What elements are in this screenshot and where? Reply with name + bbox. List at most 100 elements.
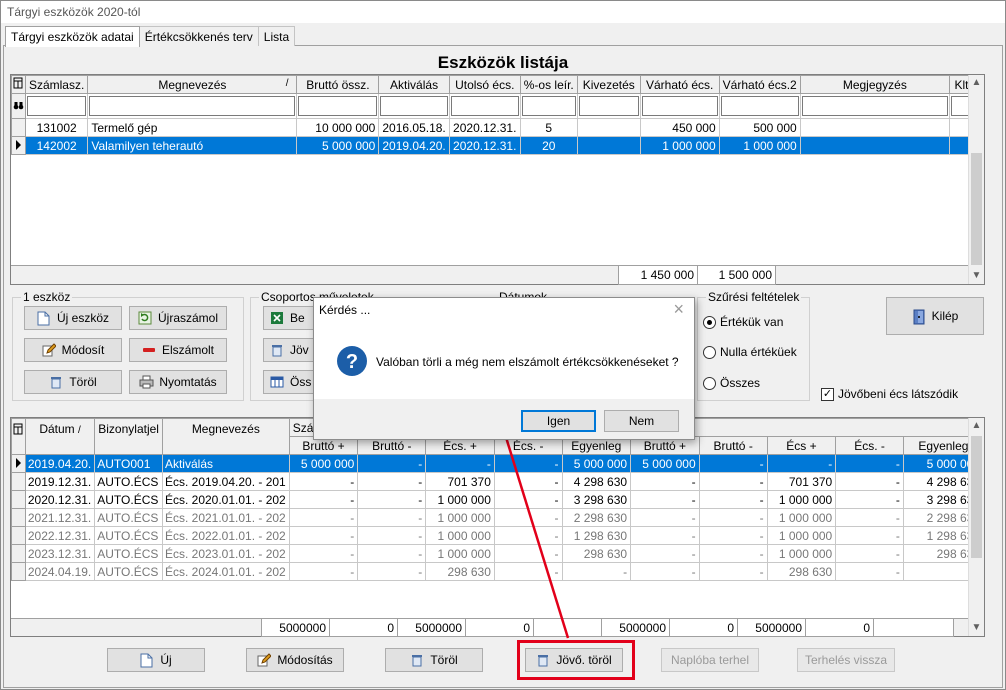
journal-charge-button[interactable]: Naplóba terhel [661,648,759,672]
filter-input-szazalek[interactable] [521,96,576,116]
cell: 5 000 000 [630,454,700,473]
filter-input-utolso-ecs[interactable] [450,96,519,116]
cell: - [698,508,768,527]
tab-strip: Tárgyi eszközök adatai Értékcsökkenés te… [5,26,296,47]
scroll-up-icon[interactable]: ▲ [969,75,984,91]
modify-label: Módosít [61,343,105,357]
recalculate-button[interactable]: Újraszámol [129,306,227,330]
col-varhato[interactable]: Várható écs. [639,75,720,94]
charge-revert-button[interactable]: Terhelés vissza [797,648,895,672]
edit-pencil-icon [42,342,57,358]
col-megjegyzes[interactable]: Megjegyzés [799,75,950,94]
list-title: Eszközök listája [437,53,569,72]
cell: Écs. 2022.01.01. - 202 [161,526,290,545]
cell: - [698,472,768,491]
svg-text:?: ? [346,351,358,373]
col-megnevezes[interactable]: Megnevezés / [87,75,298,94]
filter-input-szamlasz[interactable] [26,96,87,116]
future-depreciation-checkbox[interactable]: ✓ Jövőbeni écs látszódik [821,387,958,401]
yes-button[interactable]: Igen [521,410,596,432]
filter-option-zero[interactable]: Nulla értéküek [703,345,797,359]
scroll-up-icon[interactable]: ▲ [969,418,984,434]
cell: - [698,526,768,545]
delete-entry-label: Töröl [430,653,458,667]
col-utolso-ecs[interactable]: Utolsó écs. [448,75,521,94]
tab-asset-data[interactable]: Tárgyi eszközök adatai [5,26,140,47]
filter-input-megnevezes[interactable] [89,96,296,116]
col-aktivalas[interactable]: Aktiválás [378,75,450,94]
filter-input-brutto[interactable] [298,96,378,116]
print-button[interactable]: Nyomtatás [129,370,227,394]
delete-icon [270,343,284,358]
col-varhato2[interactable]: Várható écs.2 [718,75,801,94]
sort-mark: / [78,425,81,436]
filter-option-label: Nulla értéküek [720,345,797,359]
assets-grid[interactable]: Számlasz. Megnevezés / Bruttó össz. Aktiv… [10,74,985,285]
delete-entry-button[interactable]: Töröl [385,648,483,672]
scroll-down-icon[interactable]: ▼ [969,268,984,284]
scroll-thumb[interactable] [971,436,982,558]
col-sub[interactable]: Bruttó - [698,436,768,455]
settled-button[interactable]: Elszámolt [129,338,227,362]
no-button[interactable]: Nem [604,410,679,432]
delete-asset-button[interactable]: Töröl [24,370,122,394]
filter-cell [24,93,89,119]
new-entry-button[interactable]: Új [107,648,205,672]
cell: 5 [519,118,578,137]
scroll-down-icon[interactable]: ▼ [969,620,984,636]
modify-entry-button[interactable]: Módosítás [246,648,344,672]
exit-button[interactable]: Kilép [886,297,984,335]
tab-depreciation-plan[interactable]: Értékcsökkenés terv [138,26,259,46]
col-brutto[interactable]: Bruttó össz. [296,75,380,94]
assets-scrollbar[interactable]: ▲ ▼ [968,75,984,284]
current-row-arrow-icon [11,136,26,155]
cell: - [835,508,904,527]
col-kivezetes[interactable]: Kivezetés [576,75,641,94]
scroll-thumb[interactable] [971,153,982,265]
filter-input-kivezetes[interactable] [578,96,639,116]
dialog-message: Valóban törli a még nem elszámolt értékc… [376,355,679,369]
cell: - [288,508,359,527]
filter-option-all[interactable]: Összes [703,376,760,390]
settled-label: Elszámolt [161,343,214,357]
new-asset-button[interactable]: Új eszköz [24,306,122,330]
col-megnevezes-bottom[interactable]: Megnevezés [161,418,290,455]
cell: 1 000 000 [766,490,837,509]
radio-icon [703,376,716,390]
entries-scrollbar[interactable]: ▲ ▼ [968,418,984,636]
grid-settings-icon[interactable] [11,75,26,94]
cell: 701 370 [766,472,837,491]
grid-settings-icon[interactable] [11,418,26,455]
filter-input-megjegyzes[interactable] [801,96,948,116]
tab-list[interactable]: Lista [257,26,296,46]
row-indicator [11,490,26,509]
col-bizonylatjel[interactable]: Bizonylatjel [94,418,163,455]
col-szamlasz[interactable]: Számlasz. [24,75,89,94]
cell: 2020.12.31. [24,490,96,509]
filter-input-aktivalas[interactable] [380,96,448,116]
window-title: Tárgyi eszközök 2020-tól [1,1,1005,23]
modify-button[interactable]: Módosít [24,338,122,362]
col-sub[interactable]: Écs + [766,436,837,455]
col-sub[interactable]: Écs. - [835,436,904,455]
asset-row[interactable]: 131002 Termelő gép 10 000 000 2016.05.18… [11,118,985,137]
filter-input-varhato[interactable] [641,96,718,116]
cell: Aktiválás [161,454,290,473]
filter-input-varhato2[interactable] [720,96,799,116]
cell: - [357,508,427,527]
cell [576,136,641,155]
col-datum[interactable]: Dátum / [24,418,96,455]
cell: - [357,526,427,545]
cell [799,136,950,155]
filter-option-has-value[interactable]: Értékük van [703,315,783,329]
print-label: Nyomtatás [159,375,217,389]
cell: 450 000 [639,118,720,137]
col-szazalek[interactable]: %-os leír. [519,75,578,94]
asset-row-selected[interactable]: 142002 Valamilyen teherautó 5 000 000 20… [11,136,985,155]
sort-mark: / [285,78,289,89]
delete-icon [49,375,63,390]
cell [576,118,641,137]
dialog-title: Kérdés ... [319,303,371,317]
dialog-close-icon[interactable]: × [673,299,684,320]
edit-pencil-icon [257,652,273,668]
